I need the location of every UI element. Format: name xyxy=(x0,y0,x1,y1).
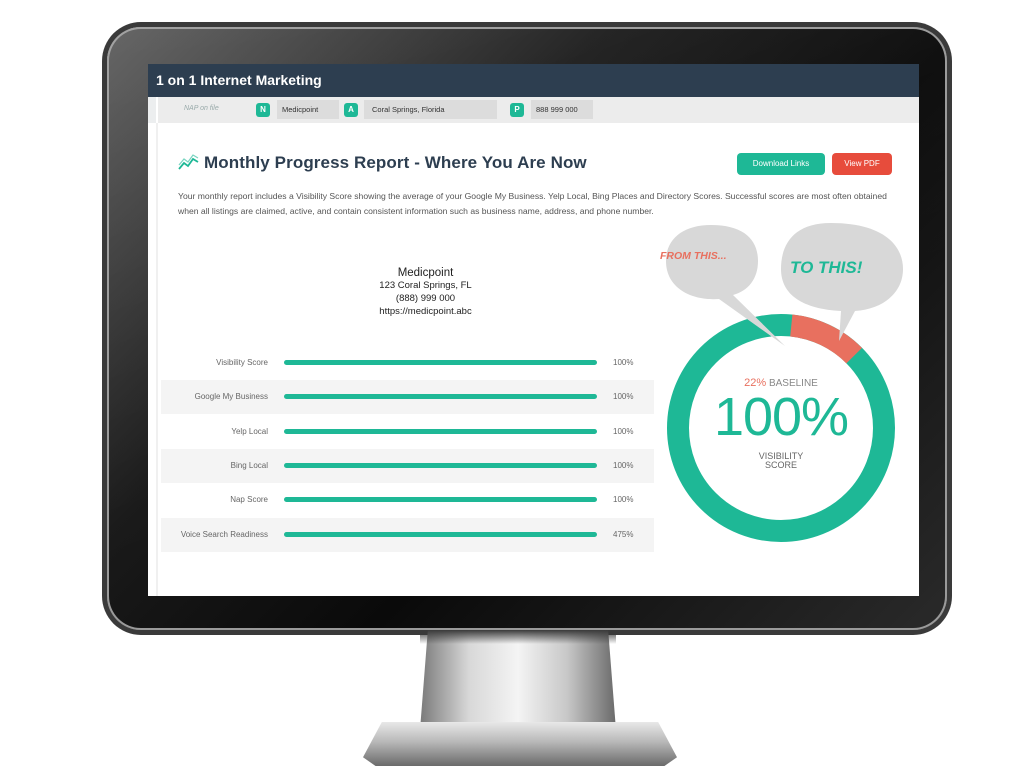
to-bubble xyxy=(781,223,903,341)
page-title: Monthly Progress Report - Where You Are … xyxy=(204,153,587,172)
business-phone: (888) 999 000 xyxy=(395,293,456,304)
business-name: Medicpoint xyxy=(397,267,454,279)
score-row: Yelp Local 100% xyxy=(161,415,654,449)
score-row: Bing Local 100% xyxy=(161,449,654,483)
callout-bubbles xyxy=(666,223,903,346)
to-this-callout: TO THIS! xyxy=(790,258,863,277)
download-links-button[interactable]: Download Links xyxy=(737,153,825,175)
score-label: Bing Local xyxy=(230,461,268,470)
visibility-score-label: VISIBILITY SCORE xyxy=(758,451,804,470)
phone-badge: P xyxy=(510,103,524,117)
score-bar xyxy=(284,497,597,502)
view-pdf-button[interactable]: View PDF xyxy=(832,153,892,175)
score-bar xyxy=(284,429,597,434)
score-value: 100% xyxy=(613,392,634,401)
app-header: 1 on 1 Internet Marketing xyxy=(148,64,919,97)
address-badge: A xyxy=(344,103,358,117)
score-bar xyxy=(284,532,597,537)
monitor-stand-base xyxy=(363,722,677,766)
nap-bar: NAP on file N Medicpoint A Coral Springs… xyxy=(148,97,919,123)
score-row: Nap Score 100% xyxy=(161,483,654,517)
visibility-score-value: 100% xyxy=(713,387,849,447)
score-label: Nap Score xyxy=(230,495,268,504)
app-title: 1 on 1 Internet Marketing xyxy=(156,72,322,88)
business-url[interactable]: https://medicpoint.abc xyxy=(338,305,513,318)
score-label: Google My Business xyxy=(194,392,268,401)
screen: 1 on 1 Internet Marketing NAP on file N … xyxy=(148,64,919,596)
trend-chart-icon xyxy=(178,154,199,170)
nap-label: NAP on file xyxy=(184,105,219,112)
nap-phone-field[interactable]: 888 999 000 xyxy=(531,100,593,119)
score-bar xyxy=(284,360,597,365)
score-bar xyxy=(284,394,597,399)
nap-name-field[interactable]: Medicpoint xyxy=(277,100,339,119)
business-card: Medicpoint 123 Coral Springs, FL (888) 9… xyxy=(338,267,513,318)
score-label: Voice Search Readiness xyxy=(180,530,268,539)
score-bar xyxy=(284,463,597,468)
score-value: 100% xyxy=(613,495,634,504)
report-description: Your monthly report includes a Visibilit… xyxy=(178,191,887,216)
score-value: 100% xyxy=(613,427,634,436)
score-row: Voice Search Readiness 475% xyxy=(161,518,654,552)
score-value: 100% xyxy=(613,358,634,367)
from-bubble xyxy=(666,225,785,346)
score-row: Google My Business 100% xyxy=(161,380,654,414)
business-address: 123 Coral Springs, FL xyxy=(379,280,472,291)
name-badge: N xyxy=(256,103,270,117)
score-value: 100% xyxy=(613,461,634,470)
nap-address-field[interactable]: Coral Springs, Florida xyxy=(364,100,497,119)
monitor-stand-neck xyxy=(420,630,616,730)
score-label: Visibility Score xyxy=(216,358,268,367)
score-label: Yelp Local xyxy=(231,427,268,436)
score-value: 475% xyxy=(613,530,634,539)
from-this-callout: FROM THIS... xyxy=(660,250,727,262)
score-row: Visibility Score 100% xyxy=(161,346,654,380)
